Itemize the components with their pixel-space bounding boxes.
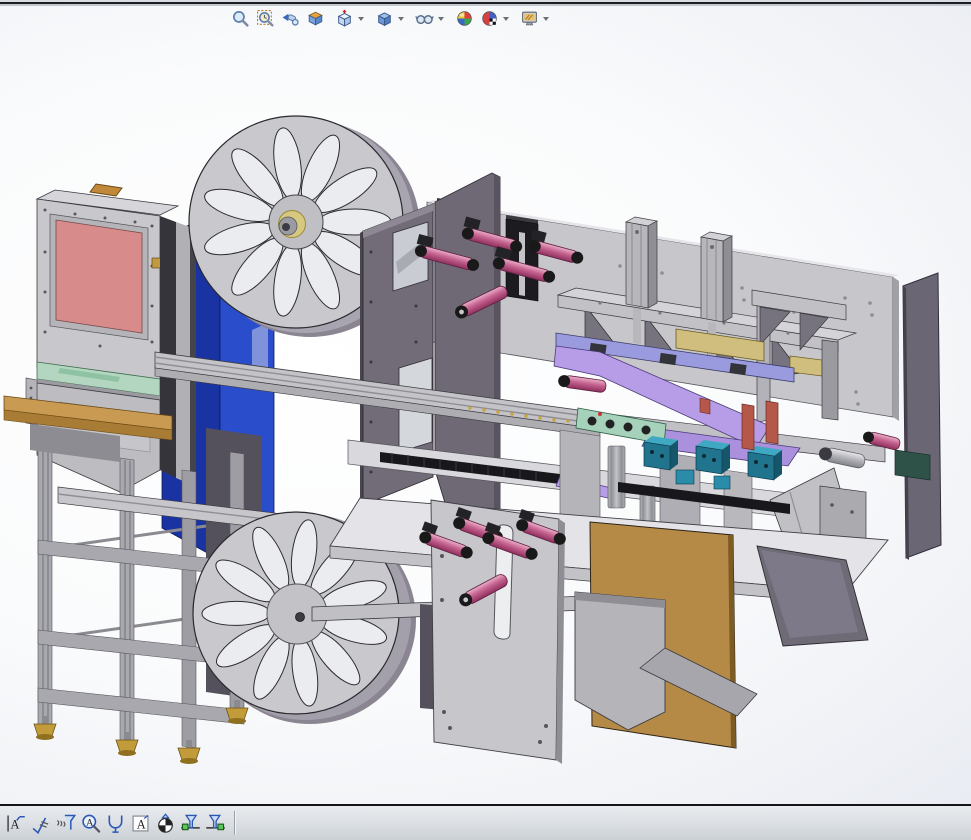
window-top-edge (0, 0, 971, 6)
geometric-tolerance-button[interactable] (153, 811, 177, 835)
edit-appearance-button[interactable] (452, 7, 477, 30)
zoom-to-area-button[interactable] (253, 7, 278, 30)
slotted-guide-plate[interactable] (418, 500, 571, 764)
annotations-toolbar: A A (0, 806, 971, 840)
datum-target-point-icon (180, 813, 201, 834)
balloon-button[interactable]: A (78, 811, 102, 835)
cad-model[interactable] (0, 0, 971, 804)
toolbar-separator (234, 811, 236, 835)
section-view-button[interactable] (303, 7, 328, 30)
view-settings-button[interactable] (517, 7, 542, 30)
datum-feature-button[interactable]: A (3, 811, 27, 835)
balloon-icon: A (80, 813, 101, 834)
view-settings-caret[interactable] (543, 17, 549, 21)
view-orientation-button[interactable] (332, 7, 357, 30)
note-button[interactable]: A (128, 811, 152, 835)
apply-scene-caret[interactable] (503, 17, 509, 21)
previous-view-button[interactable] (278, 7, 303, 30)
display-style-button[interactable] (372, 7, 397, 30)
datum-target-area-icon (205, 813, 226, 834)
datum-target-button[interactable] (103, 811, 127, 835)
cabinet-window (56, 220, 142, 333)
note-icon: A (130, 813, 151, 834)
view-orientation-icon (335, 9, 354, 28)
previous-view-icon (281, 9, 300, 28)
zoom-to-fit-button[interactable] (228, 7, 253, 30)
hide-show-items-caret[interactable] (438, 17, 444, 21)
view-settings-icon (520, 9, 539, 28)
heads-up-view-toolbar (228, 7, 556, 30)
display-style-icon (375, 9, 394, 28)
surface-finish-icon (30, 813, 51, 834)
datum-target-icon (105, 813, 126, 834)
apply-scene-button[interactable] (477, 7, 502, 30)
display-style-caret[interactable] (398, 17, 404, 21)
model-viewport[interactable] (0, 0, 971, 806)
zoom-to-fit-icon (231, 9, 250, 28)
view-orientation-caret[interactable] (358, 17, 364, 21)
application-window: A A (0, 0, 971, 840)
weld-symbol-icon (55, 813, 76, 834)
svg-text:A: A (136, 817, 145, 831)
zoom-to-area-icon (256, 9, 275, 28)
datum-target-area-button[interactable] (203, 811, 227, 835)
weld-symbol-button[interactable] (53, 811, 77, 835)
geometric-tolerance-icon (155, 813, 176, 834)
datum-target-point-button[interactable] (178, 811, 202, 835)
datum-feature-icon: A (5, 813, 26, 834)
section-view-icon (306, 9, 325, 28)
edit-appearance-icon (455, 9, 474, 28)
apply-scene-icon (480, 9, 499, 28)
hide-show-items-button[interactable] (412, 7, 437, 30)
surface-finish-button[interactable] (28, 811, 52, 835)
cabinet-handle (90, 184, 122, 196)
right-side-panel[interactable] (903, 273, 941, 560)
hide-show-items-icon (415, 9, 434, 28)
